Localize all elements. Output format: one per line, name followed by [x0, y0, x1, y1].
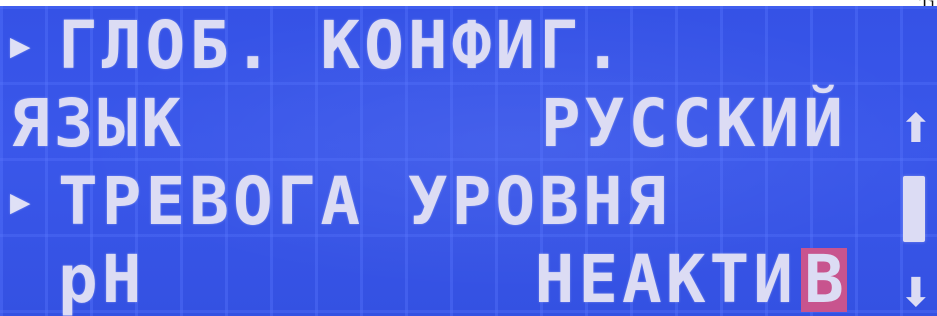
edit-cursor[interactable]: В	[801, 247, 847, 313]
menu-item-level-alarm[interactable]: ▶ ТРЕВОГА УРОВНЯ	[0, 166, 937, 238]
selection-pointer-icon: ▶	[10, 182, 31, 222]
menu-title: ГЛОБ. КОНФИГ.	[58, 7, 627, 84]
scrollbar-thumb[interactable]	[903, 176, 925, 242]
menu-item-value: НЕАКТИ	[534, 241, 797, 316]
menu-item-ph[interactable]: pH НЕАКТИ В	[0, 244, 937, 316]
menu-item-label: ТРЕВОГА УРОВНЯ	[58, 163, 671, 240]
selection-pointer-icon: ▶	[10, 26, 31, 66]
photo-frame: Ti ▶ ГЛОБ. КОНФИГ. ЯЗЫК РУССКИЙ ▶ ТРЕВОГ…	[0, 0, 937, 316]
down-arrow-icon[interactable]: ⬇	[899, 270, 933, 316]
menu-item-label: pH	[58, 241, 146, 316]
up-arrow-icon[interactable]: ⬆	[899, 106, 933, 152]
menu-item-language[interactable]: ЯЗЫК РУССКИЙ	[0, 88, 937, 160]
scrollbar[interactable]: ⬆ ⬇	[899, 106, 933, 316]
menu-item-label: ЯЗЫК	[10, 85, 185, 162]
menu-item-value: РУССКИЙ	[540, 85, 847, 162]
menu-title-row: ▶ ГЛОБ. КОНФИГ.	[0, 10, 937, 82]
lcd-screen: ▶ ГЛОБ. КОНФИГ. ЯЗЫК РУССКИЙ ▶ ТРЕВОГА У…	[0, 6, 937, 316]
